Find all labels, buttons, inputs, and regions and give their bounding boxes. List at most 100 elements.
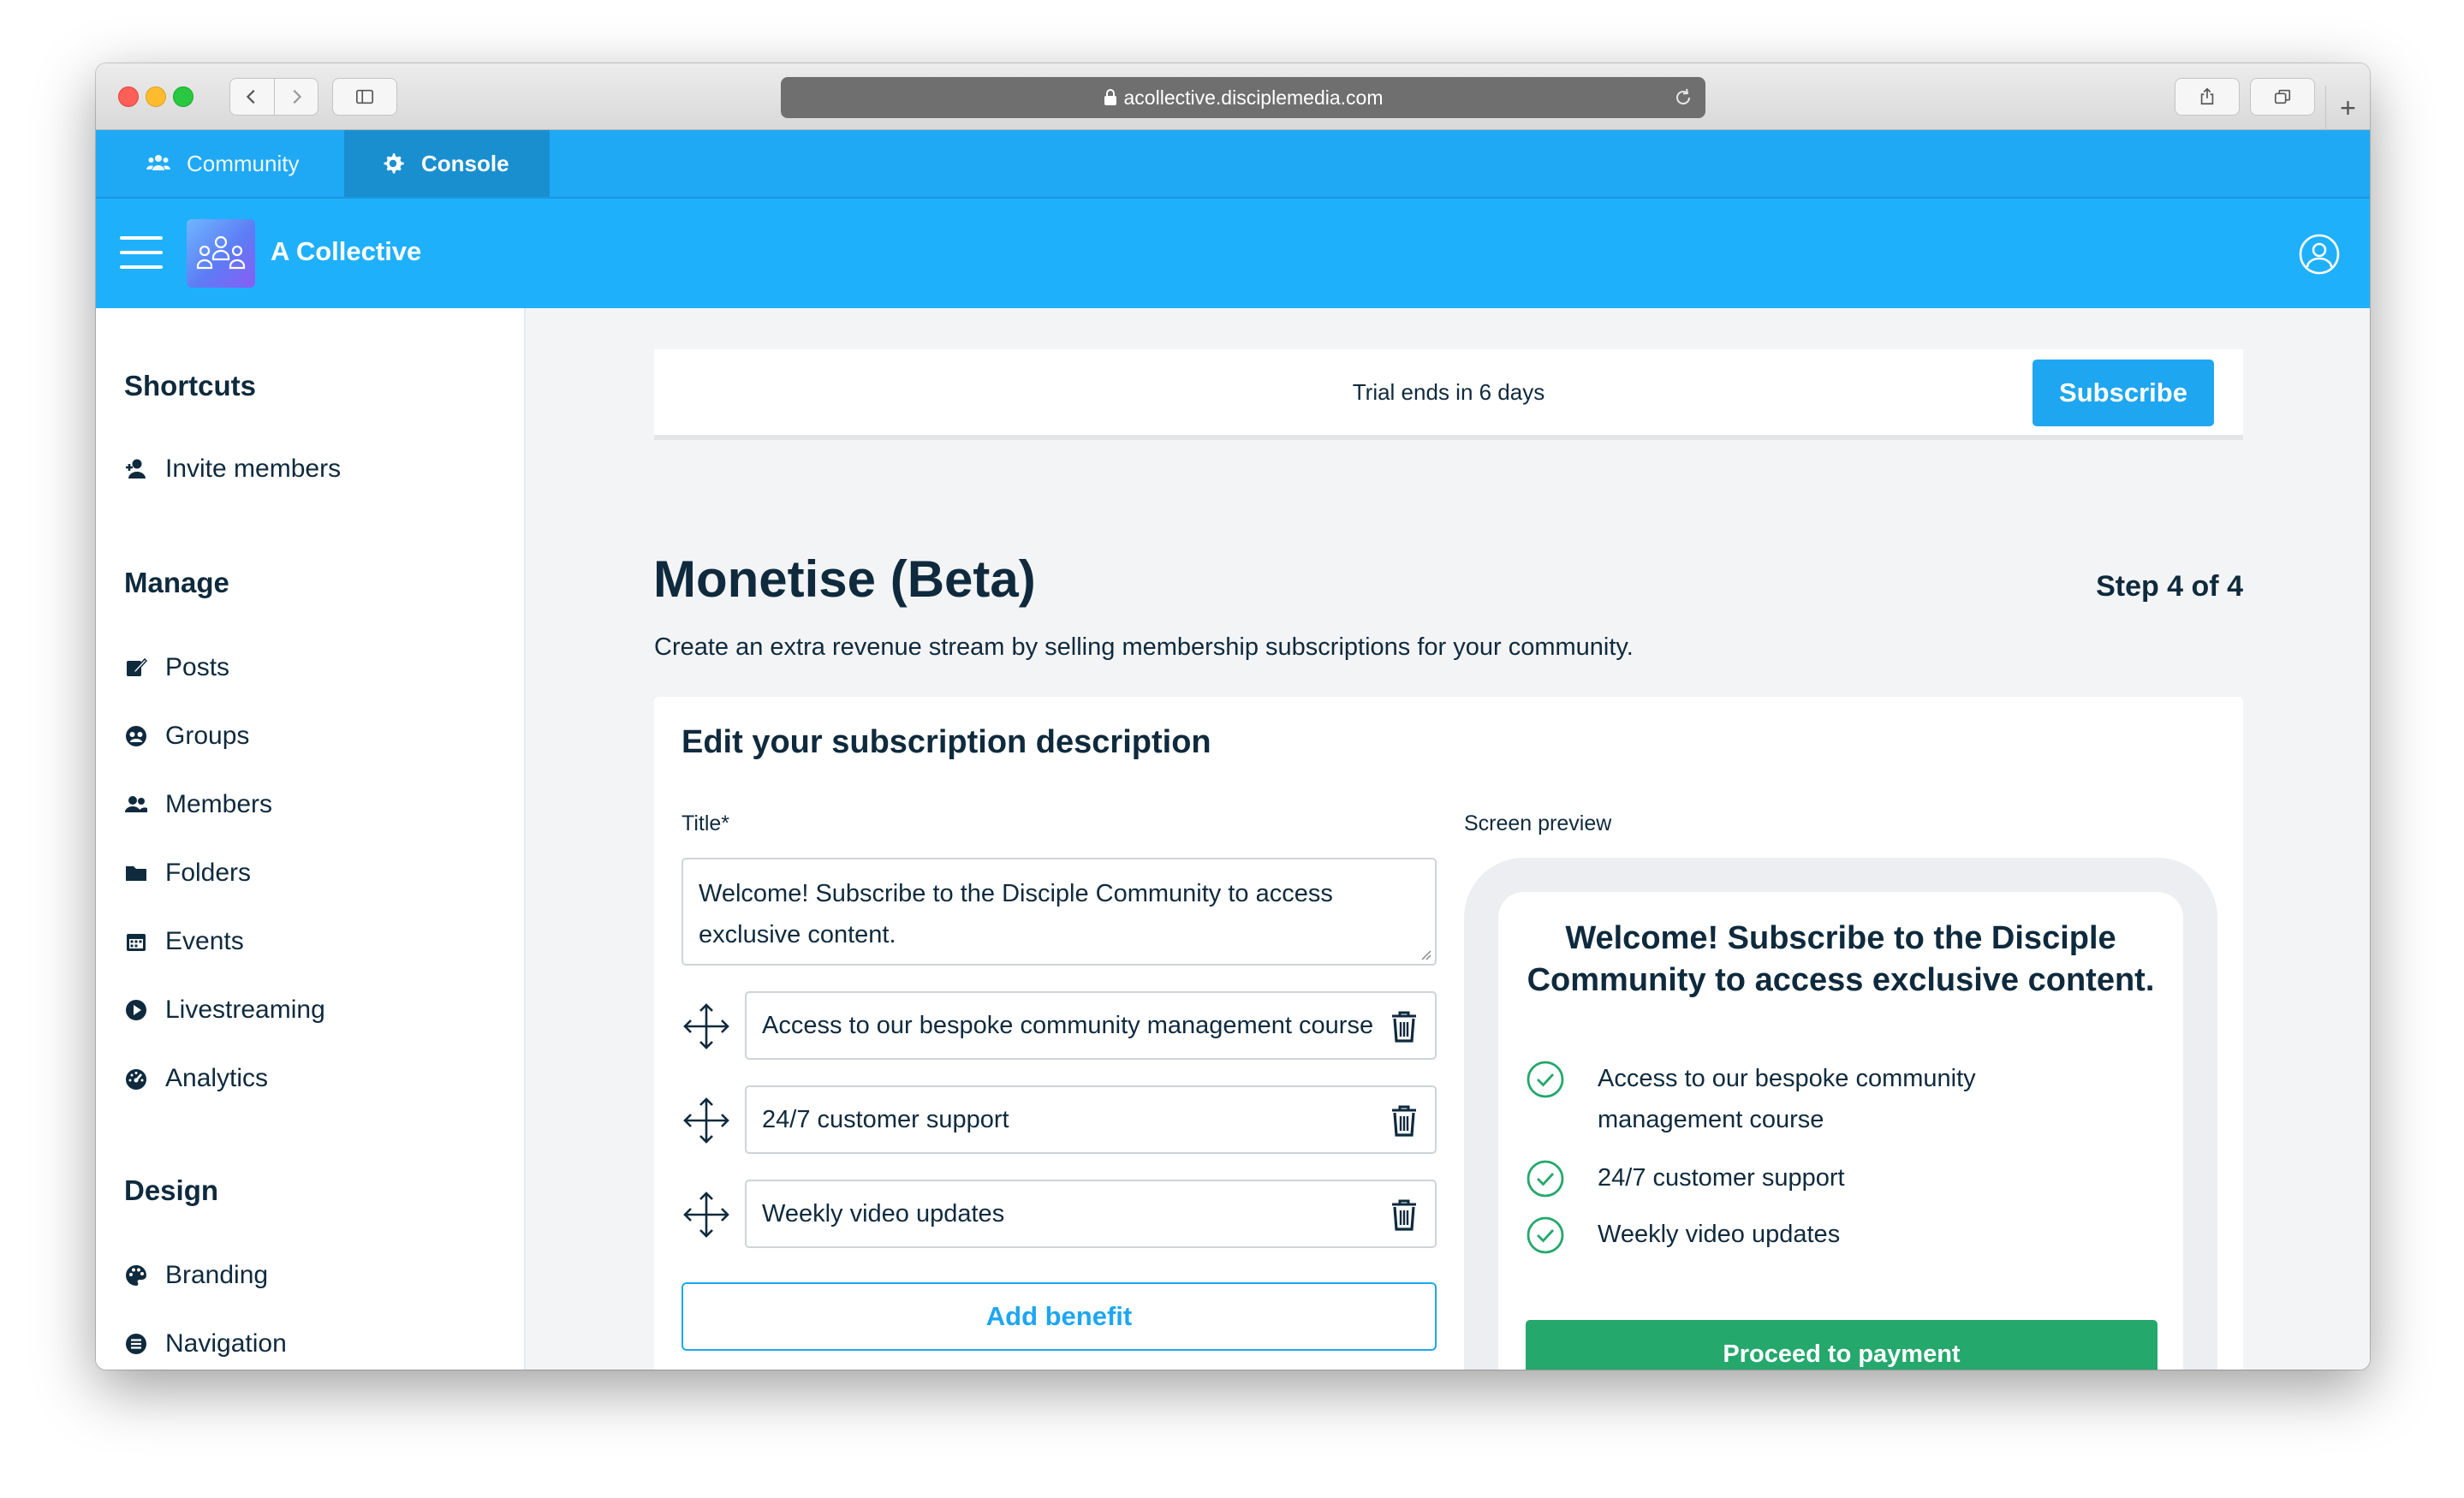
preview-benefit: Access to our bespoke community manageme… [1526,1058,2005,1140]
section-title-design: Design [124,1174,219,1206]
sidebar-item-label: Folders [165,859,252,887]
sidebar-item-label: Posts [165,653,230,681]
trash-icon[interactable] [1389,1010,1419,1043]
preview-benefit-text: 24/7 customer support [1598,1164,1845,1192]
subscribe-button[interactable]: Subscribe [2033,360,2214,426]
user-profile-icon[interactable] [2298,233,2341,276]
community-logo[interactable] [187,219,255,288]
proceed-to-payment-button[interactable]: Proceed to payment [1526,1320,2157,1370]
group-logo-icon [196,235,246,270]
preview-benefit-text: Weekly video updates [1598,1221,1841,1248]
check-circle-icon [1527,1160,1564,1198]
benefit-input[interactable]: Weekly video updates [745,1180,1437,1248]
plus-icon: + [2340,92,2356,123]
preview-benefit: 24/7 customer support [1526,1157,1845,1198]
benefit-row: Access to our bespoke community manageme… [681,991,1437,1060]
share-icon [2200,87,2214,105]
sidebar-item-label: Livestreaming [165,996,325,1024]
menu-list-icon [126,1334,146,1354]
new-tab-button[interactable]: + [2325,86,2370,130]
chevron-right-icon [293,89,301,104]
sidebar-item-members[interactable]: Members [124,788,272,822]
zoom-window-button[interactable] [173,86,193,107]
page-title: Monetise (Beta) [653,550,1036,608]
sidebar-item-branding[interactable]: Branding [124,1258,268,1293]
lock-icon [1104,89,1116,105]
group-icon [126,726,146,746]
benefit-value: 24/7 customer support [762,1106,1009,1133]
edit-icon [127,657,148,676]
drag-handle-icon[interactable] [681,1190,731,1239]
calendar-icon [127,934,146,951]
sidebar-item-label: Events [165,927,244,955]
benefit-input[interactable]: 24/7 customer support [745,1085,1437,1154]
benefit-input[interactable]: Access to our bespoke community manageme… [745,991,1437,1060]
subscription-description-card: Edit your subscription description Title… [654,697,2243,1370]
sidebar-item-events[interactable]: Events [124,924,244,959]
card-title: Edit your subscription description [681,724,1211,760]
benefit-value: Access to our bespoke community manageme… [762,1012,1374,1039]
sidebar-item-folders[interactable]: Folders [124,856,251,890]
add-benefit-button[interactable]: Add benefit [681,1282,1437,1351]
main-content: Trial ends in 6 days Subscribe Monetise … [526,308,2370,1370]
members-icon [125,796,147,812]
menu-icon[interactable] [120,236,163,270]
gauge-icon [126,1069,146,1090]
add-user-icon [126,459,146,479]
drag-handle-icon[interactable] [681,1002,731,1051]
sidebar-item-label: Analytics [165,1064,269,1092]
chevron-left-icon [247,89,255,104]
tab-overview-button[interactable] [2250,78,2315,116]
drag-handle-icon[interactable] [681,1096,731,1145]
share-button[interactable] [2175,78,2240,116]
palette-icon [126,1265,146,1286]
check-circle-icon [1527,1216,1564,1254]
reload-icon[interactable] [1673,87,1693,108]
preview-screen: Welcome! Subscribe to the Disciple Commu… [1498,892,2183,1370]
sidebar-item-navigation[interactable]: Navigation [124,1327,287,1361]
trial-text: Trial ends in 6 days [1352,378,1545,405]
sidebar-item-posts[interactable]: Posts [124,651,229,685]
folder-icon [126,866,146,881]
address-bar[interactable]: acollective.disciplemedia.com [781,77,1705,118]
tab-community[interactable]: Community [96,130,344,197]
section-title-shortcuts: Shortcuts [124,370,257,401]
title-field-label: Title* [681,811,730,835]
show-sidebar-button[interactable] [332,78,397,116]
tabs-icon [2274,89,2291,104]
title-textarea[interactable]: Welcome! Subscribe to the Disciple Commu… [681,858,1437,966]
history-nav [229,78,318,116]
screen-preview-label: Screen preview [1464,811,1612,835]
close-window-button[interactable] [118,86,139,107]
sidebar-item-analytics[interactable]: Analytics [124,1061,268,1096]
play-icon [126,1000,146,1020]
gear-icon [384,153,404,174]
community-name[interactable]: A Collective [271,236,421,267]
tab-console-label: Console [421,150,509,176]
sidebar-icon [356,89,373,104]
minimize-window-button[interactable] [146,86,166,107]
sidebar-item-label: Members [165,790,273,818]
back-button[interactable] [230,79,274,115]
top-nav: Community Console [96,130,2370,199]
browser-window: acollective.disciplemedia.com + Communit… [96,63,2370,1370]
url-text: acollective.disciplemedia.com [1123,86,1384,109]
sidebar-item-label: Groups [165,722,250,750]
tab-console[interactable]: Console [344,130,550,197]
sidebar-item-invite-members[interactable]: Invite members [124,452,341,486]
sidebar-item-livestreaming[interactable]: Livestreaming [124,993,325,1027]
check-circle-icon [1527,1061,1564,1098]
section-title-manage: Manage [124,567,229,598]
trash-icon[interactable] [1389,1104,1419,1137]
preview-benefit: Weekly video updates [1526,1214,1840,1255]
benefit-value: Weekly video updates [762,1200,1005,1228]
sidebar-item-label: Branding [165,1261,269,1289]
preview-title: Welcome! Subscribe to the Disciple Commu… [1527,920,2155,998]
forward-button[interactable] [274,79,318,115]
console-sidebar: Shortcuts Invite members Manage Posts Gr… [96,308,526,1370]
resize-handle-icon[interactable] [1419,948,1431,960]
sidebar-item-label: Navigation [165,1329,287,1358]
app-header: A Collective [96,199,2370,308]
sidebar-item-groups[interactable]: Groups [124,719,249,753]
trash-icon[interactable] [1389,1198,1419,1231]
